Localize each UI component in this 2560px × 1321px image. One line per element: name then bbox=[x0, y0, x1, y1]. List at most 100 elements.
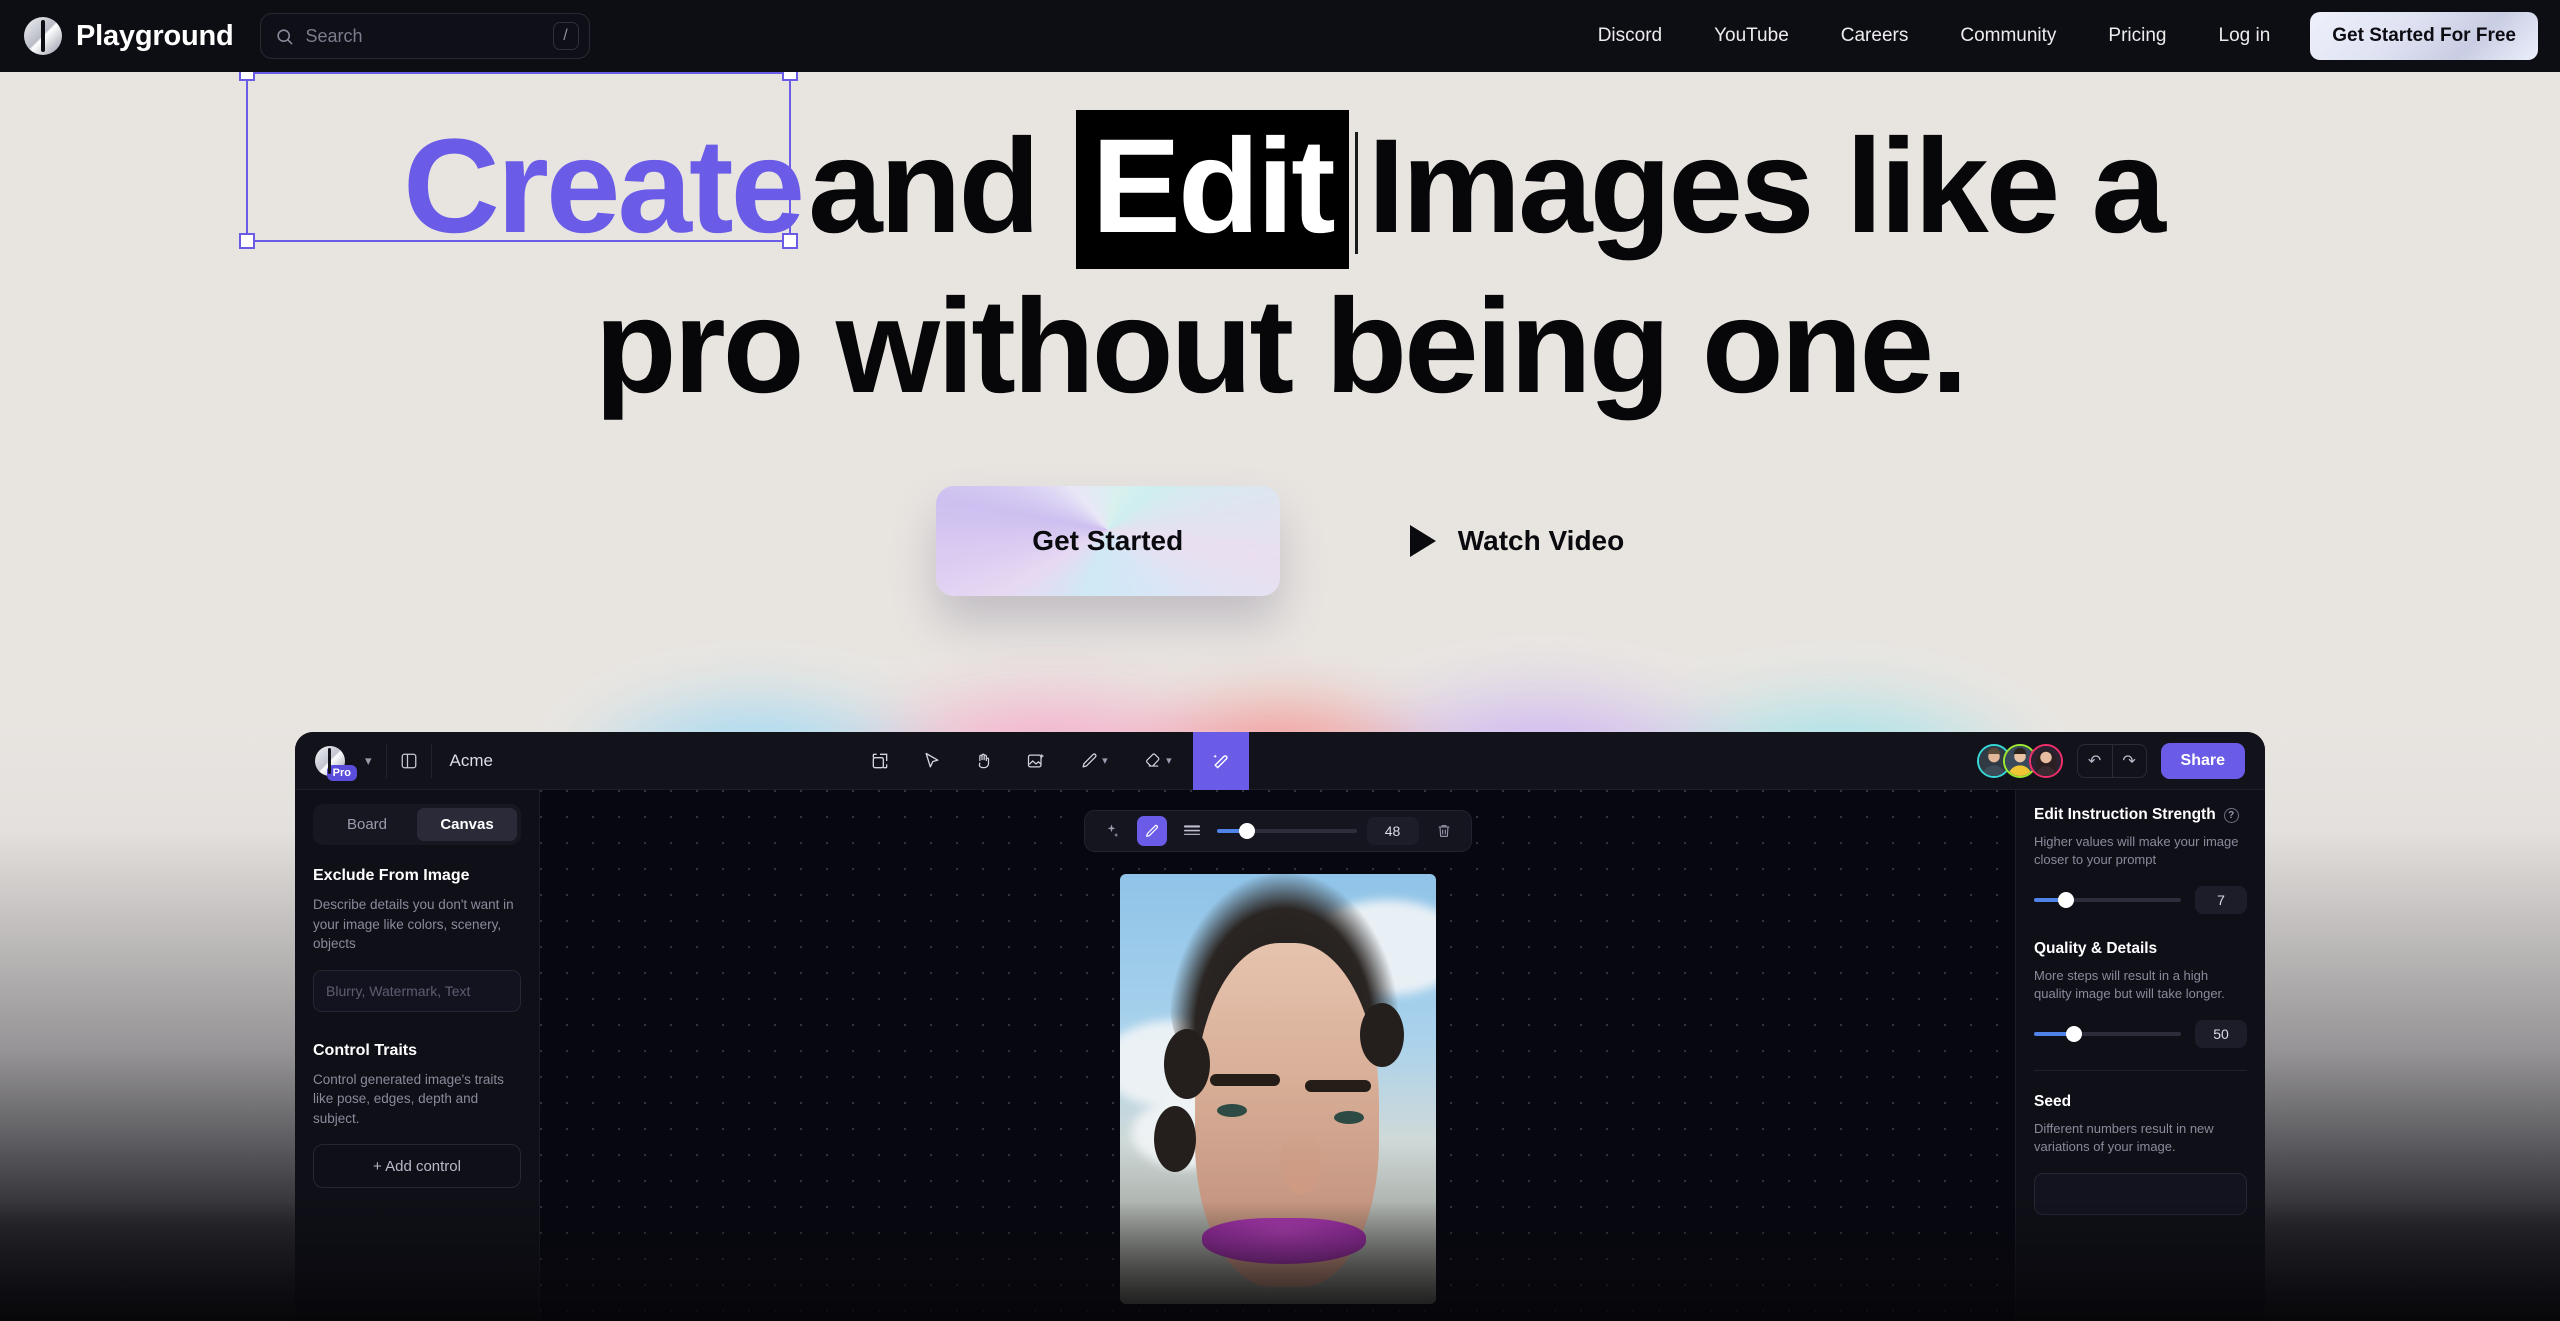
avatar[interactable] bbox=[2028, 743, 2063, 778]
quality-details-track[interactable] bbox=[2034, 1025, 2181, 1042]
generate-image-icon[interactable] bbox=[1013, 741, 1059, 781]
text-cursor-icon bbox=[1354, 132, 1358, 254]
control-traits-title: Control Traits bbox=[313, 1041, 418, 1059]
app-body: Board Canvas Exclude From Image Describe… bbox=[295, 790, 2265, 1321]
exclude-from-image-input[interactable] bbox=[313, 969, 521, 1012]
headline-line-1-rest: Images like a bbox=[1367, 112, 2166, 261]
headline-word-edit[interactable]: Edit bbox=[1075, 110, 1349, 269]
add-control-button[interactable]: + Add control bbox=[313, 1144, 521, 1189]
app-topbar: Pro ▾ Acme ▾ ▾ ↶ ↷ Share bbox=[295, 732, 2265, 790]
chevron-down-icon: ▾ bbox=[365, 752, 372, 768]
quality-details-description: More steps will result in a high quality… bbox=[2034, 967, 2225, 1002]
hero-cta-row: Get Started Watch Video bbox=[0, 486, 2560, 596]
cursor-select-icon[interactable] bbox=[909, 741, 955, 781]
help-circle-icon[interactable]: ? bbox=[2223, 807, 2239, 823]
eyebrow-shape bbox=[1209, 1073, 1280, 1086]
watch-video-button[interactable]: Watch Video bbox=[1409, 525, 1625, 557]
quality-details-title: Quality & Details bbox=[2034, 940, 2247, 958]
hair-curl-shape bbox=[1163, 1028, 1210, 1099]
seed-label: Seed bbox=[2034, 1092, 2072, 1110]
headline-line-1: Createand Edit Images like a bbox=[0, 110, 2560, 269]
watch-video-label: Watch Video bbox=[1457, 525, 1625, 556]
magic-wand-icon[interactable] bbox=[1192, 732, 1249, 790]
plan-badge: Pro bbox=[326, 764, 357, 781]
hero-headline: Createand Edit Images like a pro without … bbox=[0, 65, 2560, 421]
edit-instruction-strength-title: Edit Instruction Strength ? bbox=[2034, 806, 2247, 824]
get-started-button[interactable]: Get Started bbox=[935, 486, 1280, 596]
pencil-icon[interactable]: ▾ bbox=[1065, 741, 1123, 781]
hair-curl-shape bbox=[1359, 1003, 1404, 1067]
hand-pan-icon[interactable] bbox=[961, 741, 1007, 781]
canvas-toolbar: ▾ ▾ bbox=[857, 732, 1249, 790]
eraser-icon[interactable]: ▾ bbox=[1129, 741, 1187, 781]
sparkle-icon[interactable] bbox=[1097, 816, 1127, 846]
nav-link-login[interactable]: Log in bbox=[2193, 15, 2297, 57]
eyebrow-shape bbox=[1305, 1080, 1372, 1093]
nose-shape bbox=[1281, 1131, 1322, 1194]
topbar-right-controls: ↶ ↷ Share bbox=[1976, 742, 2265, 779]
trash-icon[interactable] bbox=[1429, 816, 1459, 846]
search-icon bbox=[276, 28, 292, 44]
brush-size-knob[interactable] bbox=[1239, 823, 1256, 839]
playground-landing-page: Playground / Discord YouTube Careers Com… bbox=[0, 0, 2560, 1321]
nav-link-community[interactable]: Community bbox=[1934, 15, 2082, 57]
slider-knob[interactable] bbox=[2065, 1025, 2082, 1042]
eye-shape bbox=[1217, 1104, 1248, 1118]
share-button[interactable]: Share bbox=[2160, 742, 2245, 779]
slider-knob[interactable] bbox=[2058, 891, 2075, 908]
brush-toolbar: 48 bbox=[1083, 810, 1472, 852]
app-window-mockup: Pro ▾ Acme ▾ ▾ ↶ ↷ Share Board Canvas Ex… bbox=[295, 732, 2265, 1321]
exclude-from-image-description: Describe details you don't want in your … bbox=[313, 897, 514, 952]
quality-details-value[interactable]: 50 bbox=[2195, 1019, 2247, 1048]
nav-link-careers[interactable]: Careers bbox=[1815, 15, 1935, 57]
undo-icon[interactable]: ↶ bbox=[2078, 745, 2112, 777]
seed-description: Different numbers result in new variatio… bbox=[2034, 1120, 2214, 1155]
search-input[interactable] bbox=[305, 25, 553, 47]
eye-shape bbox=[1333, 1111, 1364, 1125]
redo-icon[interactable]: ↷ bbox=[2111, 744, 2146, 777]
tab-canvas[interactable]: Canvas bbox=[417, 808, 517, 841]
edit-instruction-strength-description: Higher values will make your image close… bbox=[2034, 834, 2239, 868]
get-started-free-button[interactable]: Get Started For Free bbox=[2310, 12, 2538, 60]
brush-size-slider[interactable] bbox=[1216, 823, 1357, 839]
seed-input[interactable] bbox=[2034, 1172, 2247, 1215]
headline-word-create[interactable]: Create bbox=[397, 112, 808, 261]
left-settings-panel: Board Canvas Exclude From Image Describe… bbox=[295, 790, 540, 1321]
search-bar[interactable]: / bbox=[259, 13, 590, 59]
edit-instruction-strength-label: Edit Instruction Strength bbox=[2034, 806, 2216, 823]
right-settings-panel: Edit Instruction Strength ? Higher value… bbox=[2015, 790, 2265, 1321]
app-account-menu[interactable]: Pro ▾ bbox=[295, 745, 386, 781]
quality-details-label: Quality & Details bbox=[2034, 939, 2158, 957]
brand-name: Playground bbox=[76, 19, 234, 52]
nav-link-pricing[interactable]: Pricing bbox=[2082, 15, 2192, 57]
brand-logo[interactable]: Playground bbox=[24, 17, 234, 55]
brush-size-value[interactable]: 48 bbox=[1366, 817, 1419, 845]
sidebar-toggle-icon[interactable] bbox=[387, 742, 431, 780]
brush-size-icon[interactable] bbox=[1177, 816, 1207, 846]
play-icon bbox=[1409, 525, 1436, 557]
nav-links: Discord YouTube Careers Community Pricin… bbox=[1572, 12, 2538, 60]
board-canvas-tabs: Board Canvas bbox=[313, 804, 521, 845]
tab-board[interactable]: Board bbox=[317, 808, 417, 841]
nav-link-discord[interactable]: Discord bbox=[1572, 15, 1688, 57]
brush-size-track bbox=[1216, 823, 1357, 839]
edit-instruction-strength-value[interactable]: 7 bbox=[2195, 885, 2247, 914]
chevron-down-icon: ▾ bbox=[1102, 755, 1108, 767]
control-traits-description: Control generated image's traits like po… bbox=[313, 1071, 504, 1126]
upload-icon[interactable] bbox=[857, 741, 903, 781]
divider bbox=[2034, 1069, 2247, 1071]
edit-instruction-strength-track[interactable] bbox=[2034, 891, 2181, 908]
project-name[interactable]: Acme bbox=[432, 751, 493, 771]
nav-link-youtube[interactable]: YouTube bbox=[1688, 15, 1815, 57]
edit-instruction-strength-slider-row: 7 bbox=[2034, 885, 2247, 914]
canvas-workspace[interactable]: 48 bbox=[540, 790, 2015, 1321]
headline-line-2: pro without being one. bbox=[594, 272, 1969, 421]
playground-logo-icon bbox=[24, 17, 62, 55]
hair-curl-shape bbox=[1154, 1106, 1197, 1173]
playground-app-logo-icon: Pro bbox=[315, 745, 357, 781]
top-navigation-bar: Playground / Discord YouTube Careers Com… bbox=[0, 0, 2560, 72]
headline-word-and: and bbox=[808, 112, 1040, 261]
brush-icon[interactable] bbox=[1136, 816, 1167, 846]
seed-title: Seed bbox=[2034, 1093, 2247, 1111]
canvas-generated-image[interactable] bbox=[1119, 874, 1436, 1304]
